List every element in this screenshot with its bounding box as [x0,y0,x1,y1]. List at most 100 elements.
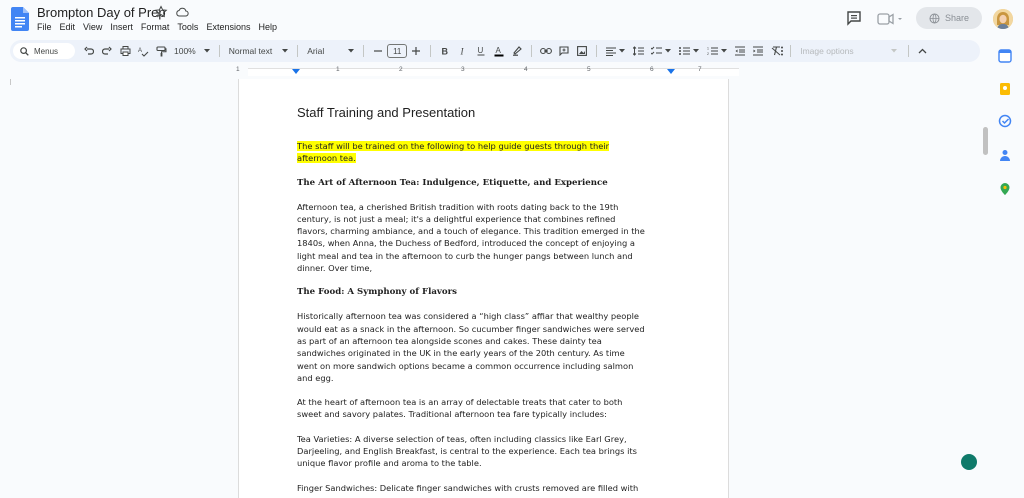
paragraph-line: 1840s, when Anna, the Duchess of Bedford… [297,238,635,249]
undo-icon[interactable] [81,43,97,59]
menu-format[interactable]: Format [141,22,174,32]
paragraph: Historically afternoon tea was considere… [297,310,672,384]
share-button[interactable]: Share [916,7,982,29]
font-dropdown[interactable]: Arial [303,46,358,56]
ruler-number: 1 [336,66,340,73]
decrease-font-size-icon[interactable] [370,43,386,59]
bold-icon[interactable]: B [437,43,453,59]
menu-view[interactable]: View [83,22,106,32]
chevron-down-icon [619,49,626,53]
image-options-dropdown[interactable]: Image options [796,46,857,56]
style-dropdown[interactable]: Normal text [225,46,292,56]
increase-font-size-icon[interactable] [408,43,424,59]
numbered-list-dropdown[interactable]: 12 [703,46,731,56]
chevron-down-icon [203,49,210,53]
menu-insert[interactable]: Insert [110,22,137,32]
menus-search[interactable]: Menus [13,43,75,59]
paragraph: At the heart of afternoon tea is an arra… [297,396,672,421]
font-value: Arial [307,46,325,56]
scrollbar-thumb[interactable] [983,127,988,155]
ruler-number: 3 [461,66,465,73]
italic-icon[interactable]: I [455,43,471,59]
paragraph-line: Historically afternoon tea was considere… [297,311,640,322]
svg-text:B: B [442,47,449,57]
comment-history-icon[interactable] [846,10,862,26]
paragraph-line: At the heart of afternoon tea is an arra… [297,397,623,408]
chevron-down-icon [348,49,355,53]
document-body[interactable]: Staff Training and Presentation The staf… [297,105,672,498]
insert-link-icon[interactable] [538,43,554,59]
share-label: Share [944,13,970,23]
paragraph-line: dinner. Over time, [297,263,373,274]
font-size-input[interactable]: 11 [387,44,408,58]
docs-logo-icon[interactable] [11,7,29,31]
keep-icon[interactable] [998,82,1012,96]
paragraph: Tea Varieties: A diverse selection of te… [297,433,672,470]
toolbar-divider [531,45,533,57]
document-page[interactable]: Staff Training and Presentation The staf… [238,79,729,498]
right-indent-marker[interactable] [667,69,675,74]
add-comment-icon[interactable] [556,43,572,59]
align-dropdown[interactable] [602,47,629,56]
toolbar-divider [430,45,432,57]
highlight-color-icon[interactable] [509,43,525,59]
maps-icon[interactable] [998,182,1012,196]
toolbar-divider [907,45,909,57]
horizontal-ruler[interactable]: 1 1 2 3 4 5 6 7 [10,66,980,78]
more-options-icon[interactable] [774,43,790,59]
zoom-value: 100% [174,46,196,56]
section-heading: The Art of Afternoon Tea: Indulgence, Et… [297,177,608,188]
paragraph-line: flavors, charming ambiance, and a touch … [297,226,645,237]
menu-tools[interactable]: Tools [177,22,202,32]
page-edge-mark [10,79,11,85]
user-avatar[interactable] [993,9,1013,29]
svg-text:A: A [496,46,502,55]
increase-indent-icon[interactable] [750,43,766,59]
line-spacing-icon[interactable] [630,43,646,59]
document-title[interactable]: Brompton Day of Prep [37,5,166,20]
meet-video-icon[interactable] [877,12,903,26]
menu-edit[interactable]: Edit [60,22,80,32]
svg-text:2: 2 [707,52,709,56]
left-indent-marker[interactable] [292,69,300,74]
globe-icon [929,13,940,23]
print-icon[interactable] [117,43,133,59]
text-color-icon[interactable]: A [491,43,507,59]
tasks-icon[interactable] [998,114,1012,128]
underline-icon[interactable]: U [473,43,489,59]
insert-image-icon[interactable] [574,43,590,59]
cloud-saved-icon[interactable] [175,5,189,19]
chevron-down-icon [721,49,728,53]
search-icon [20,46,29,56]
title-bar: Brompton Day of Prep File Edit View Inse… [0,0,1024,40]
contacts-icon[interactable] [998,148,1012,162]
avatar-image [993,9,1013,29]
svg-text:1: 1 [707,47,709,51]
paint-format-icon[interactable] [153,43,169,59]
paragraph-line: sandwiches originated in the UK in the e… [297,348,625,359]
star-icon[interactable] [154,5,168,19]
paragraph-line: as part of an afternoon tea alongside sc… [297,335,602,346]
decrease-indent-icon[interactable] [732,43,748,59]
ruler-number: 7 [698,66,702,73]
spellcheck-icon[interactable]: A [135,43,151,59]
floating-action-button[interactable] [961,454,977,470]
ruler-number: 6 [650,66,654,73]
ruler-number: 4 [524,66,528,73]
calendar-icon[interactable] [998,49,1012,63]
chevron-down-icon [693,49,700,53]
bulleted-list-dropdown[interactable] [675,46,703,56]
zoom-dropdown[interactable]: 100% [170,46,214,56]
collapse-toolbar-icon[interactable] [915,43,931,59]
menu-extensions[interactable]: Extensions [206,22,254,32]
chevron-down-icon [665,49,672,53]
ruler-number: 2 [399,66,403,73]
paragraph-line: and egg. [297,372,334,383]
menus-label: Menus [34,46,59,56]
redo-icon[interactable] [99,43,115,59]
menu-help[interactable]: Help [258,22,281,32]
menu-file[interactable]: File [37,22,56,32]
checklist-dropdown[interactable] [647,46,675,56]
paragraph-line: unique flavor profile and aroma to the t… [297,458,482,469]
toolbar-divider [596,45,598,57]
